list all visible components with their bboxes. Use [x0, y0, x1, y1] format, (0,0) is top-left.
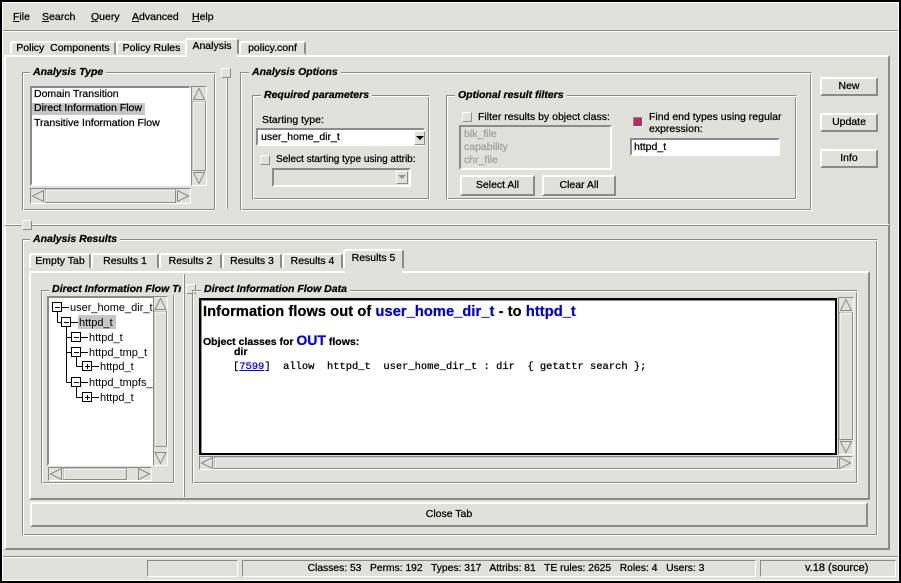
svg-text:user_home_dir_t: user_home_dir_t — [70, 302, 153, 314]
svg-text:httpd_t: httpd_t — [79, 317, 113, 329]
svg-text:httpd_t: httpd_t — [100, 361, 134, 373]
svg-text:httpd_tmp_t: httpd_tmp_t — [89, 347, 147, 359]
svg-text:httpd_t: httpd_t — [89, 332, 123, 344]
svg-text:httpd_t: httpd_t — [100, 392, 134, 404]
svg-text:httpd_tmpfs_t: httpd_tmpfs_t — [89, 377, 155, 389]
